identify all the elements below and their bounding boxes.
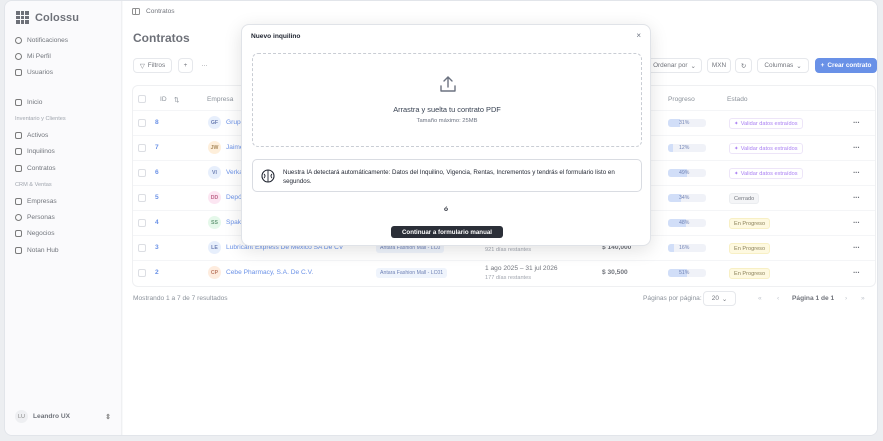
app-window: Colossu Notificaciones Mi Perfil Usuario… <box>4 0 878 436</box>
new-tenant-modal: Nuevo inquilino × Arrastra y suelta tu c… <box>241 24 651 246</box>
modal-title: Nuevo inquilino <box>251 33 301 40</box>
ai-info-box: Nuestra IA detectará automáticamente: Da… <box>252 159 642 192</box>
pdf-dropzone[interactable]: Arrastra y suelta tu contrato PDF Tamaño… <box>252 53 642 147</box>
dropzone-text: Arrastra y suelta tu contrato PDF <box>393 105 501 114</box>
ai-brain-icon <box>261 169 275 183</box>
close-icon[interactable]: × <box>636 31 641 40</box>
dropzone-max-size: Tamaño máximo: 25MB <box>416 118 478 124</box>
manual-form-button[interactable]: Continuar a formulario manual <box>391 226 503 238</box>
upload-icon <box>440 76 456 92</box>
ai-info-text: Nuestra IA detectará automáticamente: Da… <box>283 169 615 185</box>
or-separator: ó <box>443 206 449 213</box>
